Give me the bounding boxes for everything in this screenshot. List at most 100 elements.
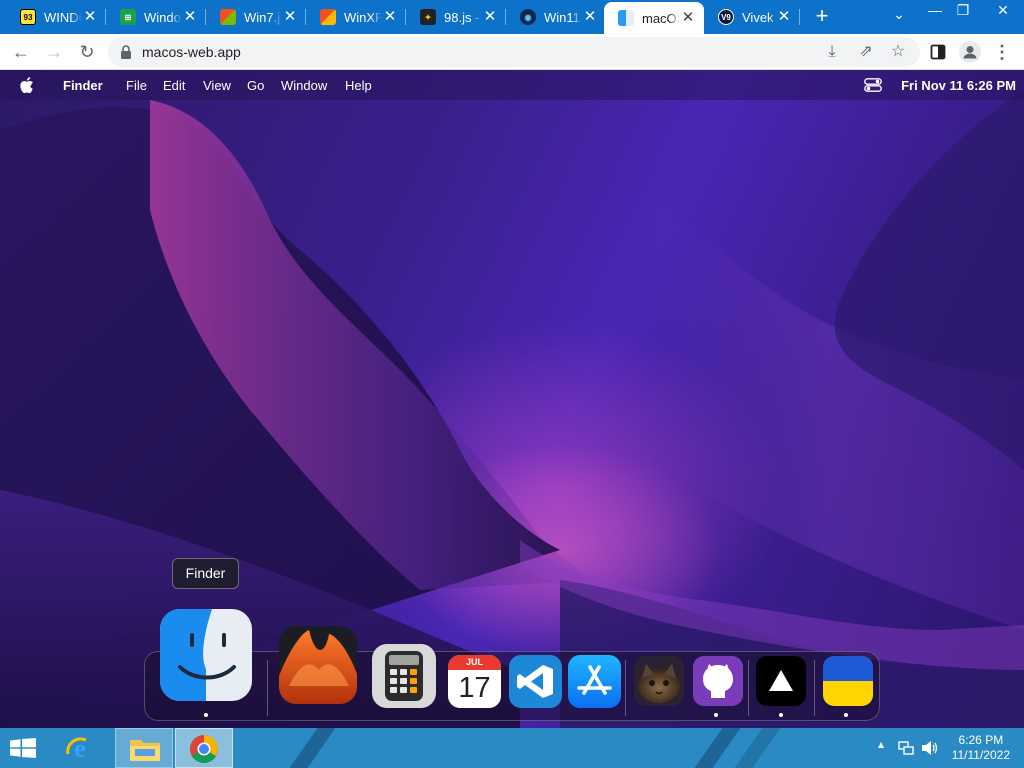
tab-title: Windows — [144, 9, 182, 25]
calculator-icon[interactable] — [371, 643, 437, 709]
internet-explorer-icon[interactable]: e — [64, 732, 96, 764]
ukraine-flag-icon[interactable] — [823, 656, 873, 706]
winxp-icon — [320, 9, 336, 25]
wallpapers-app-icon[interactable] — [279, 626, 357, 704]
volume-icon[interactable] — [921, 740, 939, 756]
running-indicator — [844, 713, 848, 717]
browser-toolbar: ← → ↻ macos-web.app ⤓ ⇗ ☆ ⋮ — [0, 34, 1024, 70]
chrome-icon — [190, 735, 218, 764]
taskbar-explorer-button[interactable] — [115, 728, 173, 768]
close-icon[interactable]: ✕ — [680, 10, 696, 26]
v9-icon: V9 — [718, 9, 734, 25]
menubar-clock[interactable]: Fri Nov 11 6:26 PM — [901, 78, 1016, 93]
taskbar-decoration — [275, 728, 343, 768]
control-center-icon[interactable] — [864, 78, 882, 92]
more-menu-icon[interactable]: ⋮ — [990, 40, 1014, 64]
browser-tab[interactable]: V9 Vivek ✕ — [704, 0, 800, 34]
windows93-icon: 93 — [20, 9, 36, 25]
menu-edit[interactable]: Edit — [163, 78, 185, 93]
browser-tab[interactable]: ⊞ Windows ✕ — [106, 0, 206, 34]
address-bar[interactable]: macos-web.app ⤓ ⇗ ☆ — [108, 37, 920, 67]
menu-help[interactable]: Help — [345, 78, 372, 93]
network-icon[interactable] — [898, 740, 914, 756]
win98-icon: ✦ — [420, 9, 436, 25]
running-indicator — [714, 713, 718, 717]
finder-icon[interactable] — [160, 609, 252, 701]
calendar-day: 17 — [458, 672, 491, 704]
close-icon[interactable]: ✕ — [582, 9, 598, 25]
finder-icon — [618, 10, 634, 26]
wallpaper — [0, 90, 1024, 728]
tab-title: WinXP — [344, 9, 382, 25]
bookmark-star-icon[interactable]: ☆ — [888, 42, 908, 62]
folder-icon — [130, 740, 160, 761]
browser-tab[interactable]: Win7.js ✕ — [206, 0, 306, 34]
calendar-icon[interactable]: JUL 17 — [448, 655, 501, 708]
app-store-icon[interactable] — [568, 655, 621, 708]
back-arrow-icon[interactable]: ← — [9, 40, 33, 64]
running-indicator — [779, 713, 783, 717]
cat-app-icon[interactable] — [634, 656, 684, 706]
url-text[interactable]: macos-web.app — [142, 44, 241, 60]
tab-title: macOS — [642, 10, 680, 26]
taskbar-clock[interactable]: 6:26 PM 11/11/2022 — [952, 733, 1010, 763]
menu-file[interactable]: File — [126, 78, 147, 93]
taskbar-date: 11/11/2022 — [951, 748, 1010, 762]
github-icon[interactable] — [693, 656, 743, 706]
taskbar-chrome-button[interactable] — [175, 728, 233, 768]
windows-start-icon[interactable] — [10, 738, 36, 758]
close-icon[interactable]: ✕ — [182, 9, 198, 25]
dock-divider — [625, 660, 626, 716]
browser-tab[interactable]: ◉ Win11 ✕ — [506, 0, 606, 34]
macos-desktop[interactable]: Finder File Edit View Go Window Help Fri… — [0, 70, 1024, 728]
show-hidden-icons-chevron-icon[interactable]: ▲ — [876, 740, 886, 756]
close-icon[interactable]: ✕ — [82, 9, 98, 25]
new-tab-button[interactable]: + — [810, 5, 834, 29]
close-icon[interactable]: ✕ — [282, 9, 298, 25]
share-icon[interactable]: ⇗ — [856, 42, 876, 62]
tab-title: 98.js - — [444, 9, 480, 25]
calendar-month: JUL — [448, 655, 501, 670]
tab-title: Vivek — [742, 9, 774, 25]
tab-search-chevron-icon[interactable]: ⌄ — [882, 4, 916, 34]
restore-icon[interactable]: ❐ — [946, 0, 980, 30]
forward-arrow-icon[interactable]: → — [42, 40, 66, 64]
browser-tab-active[interactable]: macOS ✕ — [604, 2, 704, 34]
svg-text:e: e — [74, 734, 86, 763]
win11-icon: ◉ — [520, 9, 536, 25]
windows-taskbar: e ▲ 6:26 PM 11/11/2022 — [0, 728, 1024, 768]
close-icon[interactable]: ✕ — [482, 9, 498, 25]
browser-tab-strip: 93 WINDOWS ✕ ⊞ Windows ✕ Win7.js ✕ WinXP… — [0, 0, 1024, 34]
install-app-icon[interactable]: ⤓ — [822, 42, 842, 62]
win7-icon — [220, 9, 236, 25]
window-close-icon[interactable]: ✕ — [986, 0, 1020, 30]
close-icon[interactable]: ✕ — [776, 9, 792, 25]
dock-divider — [814, 660, 815, 716]
macos-menubar: Finder File Edit View Go Window Help Fri… — [0, 70, 1024, 100]
browser-tab[interactable]: WinXP ✕ — [306, 0, 406, 34]
running-indicator — [204, 713, 208, 717]
browser-tab[interactable]: 93 WINDOWS ✕ — [6, 0, 106, 34]
dock-divider — [748, 660, 749, 716]
macos-dock: JUL 17 — [144, 609, 880, 721]
dock-divider — [267, 660, 268, 716]
tab-title: Win7.js — [244, 9, 282, 25]
close-icon[interactable]: ✕ — [382, 9, 398, 25]
vercel-icon[interactable] — [756, 656, 806, 706]
menu-go[interactable]: Go — [247, 78, 264, 93]
tab-title: Win11 — [544, 9, 580, 25]
vscode-icon[interactable] — [509, 655, 562, 708]
profile-avatar-icon[interactable] — [958, 40, 982, 64]
lock-icon[interactable] — [120, 45, 132, 59]
menu-view[interactable]: View — [203, 78, 231, 93]
dock-tooltip: Finder — [172, 558, 239, 589]
browser-tab[interactable]: ✦ 98.js - ✕ — [406, 0, 506, 34]
menu-window[interactable]: Window — [281, 78, 327, 93]
side-panel-icon[interactable] — [926, 40, 950, 64]
apple-logo-icon[interactable] — [20, 76, 36, 94]
reload-icon[interactable]: ↻ — [75, 40, 99, 64]
tab-title: WINDOWS — [44, 9, 82, 25]
tab-divider — [799, 9, 800, 25]
menu-app-name[interactable]: Finder — [63, 78, 103, 93]
taskbar-time: 6:26 PM — [958, 733, 1004, 747]
